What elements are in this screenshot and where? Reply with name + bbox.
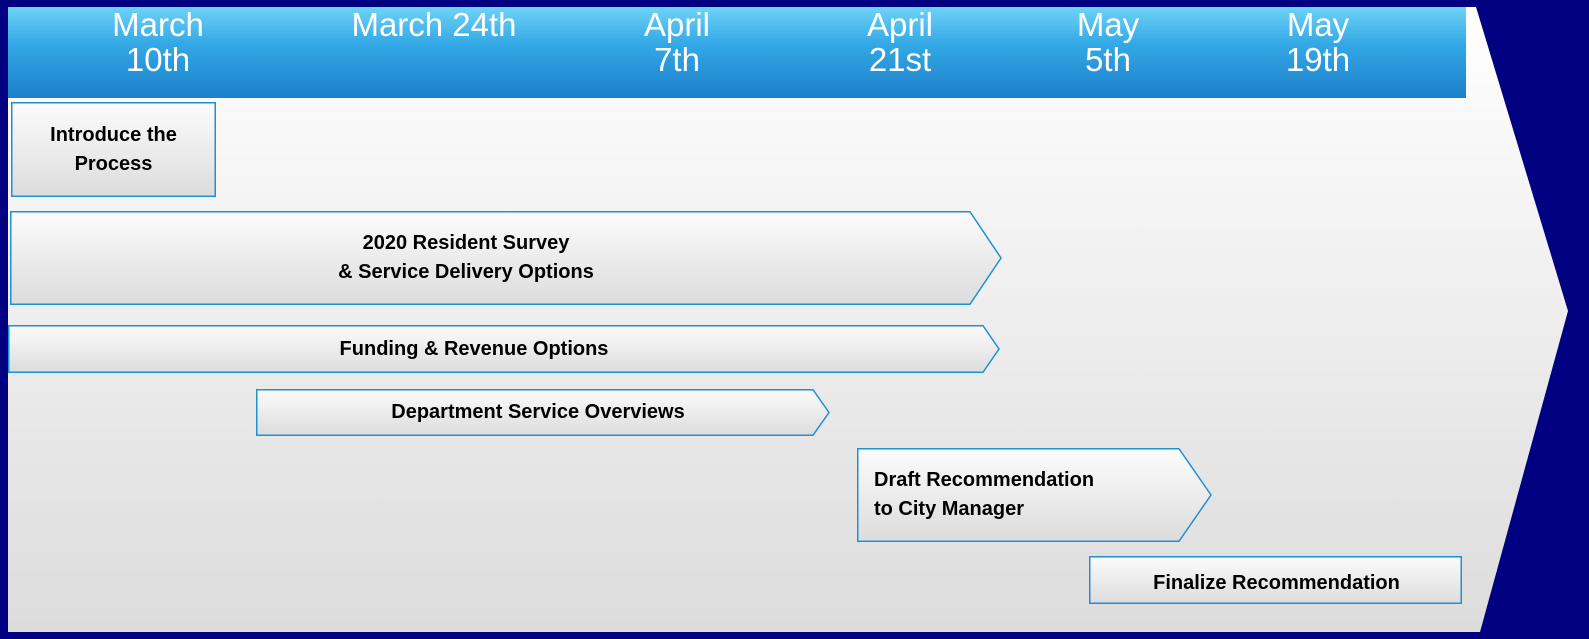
task-resident-survey: 2020 Resident Survey & Service Delivery … — [10, 211, 1002, 305]
task-introduce-process: Introduce the Process — [11, 102, 216, 197]
timeline-diagram: March 10th March 24th April 7th April 21… — [0, 0, 1589, 639]
task-label: Introduce the Process — [50, 123, 177, 175]
task-department-overviews: Department Service Overviews — [256, 389, 830, 436]
date-march-10: March 10th — [112, 6, 204, 78]
task-funding-revenue: Funding & Revenue Options — [8, 325, 1000, 373]
date-may-19: May 19th — [1285, 6, 1351, 78]
task-label: Funding & Revenue Options — [339, 337, 609, 360]
date-april-21: April 21st — [866, 6, 934, 78]
task-label: Department Service Overviews — [391, 401, 685, 423]
task-label: Draft Recommendation to City Manager — [874, 469, 1095, 520]
task-label: Finalize Recommendation — [1153, 572, 1400, 594]
task-finalize-recommendation: Finalize Recommendation — [1089, 556, 1462, 604]
task-label: 2020 Resident Survey & Service Delivery … — [338, 232, 594, 283]
date-march-24: March 24th — [351, 6, 517, 43]
task-draft-recommendation: Draft Recommendation to City Manager — [857, 448, 1212, 542]
date-may-5: May 5th — [1076, 6, 1140, 78]
date-april-7: April 7th — [643, 6, 711, 78]
